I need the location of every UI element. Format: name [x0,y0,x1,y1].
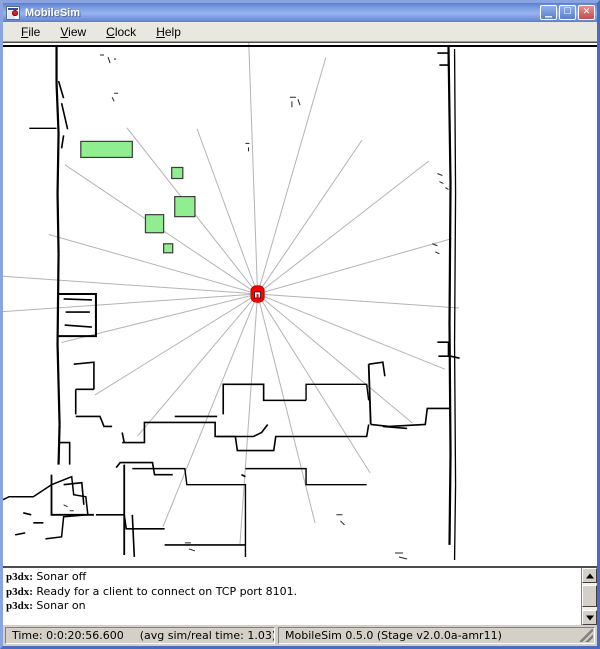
log-source: p3dx: [6,585,33,598]
menu-label-view-rest: iew [68,24,87,39]
log-message: Sonar on [36,599,86,612]
log-message: Sonar off [36,570,87,583]
minimize-button[interactable]: _ [540,2,557,20]
obstacle-box[interactable] [171,166,184,180]
scrollbar-thumb[interactable] [582,585,597,607]
menu-item-help[interactable]: Help [146,24,191,40]
status-sim-info: Time: 0:0:20:56.600 (avg sim/real time: … [5,627,275,644]
scrollbar-track[interactable] [582,583,597,610]
menu-label-file-rest: ile [28,24,41,39]
robot-p3dx[interactable] [250,285,265,303]
status-bar: Time: 0:0:20:56.600 (avg sim/real time: … [3,625,597,646]
status-version-label: MobileSim 0.5.0 (Stage v2.0.0a-amr11) [285,629,502,642]
status-time: Time: 0:0:20:56.600 [12,629,124,642]
obstacle-box[interactable] [163,243,174,254]
maximize-icon: ☐ [563,7,572,17]
menu-item-file[interactable]: File [11,24,50,40]
minimize-icon: _ [545,2,552,18]
menu-item-clock[interactable]: Clock [96,24,146,40]
chevron-down-icon [585,615,594,620]
scroll-up-button[interactable] [582,568,597,583]
window-title: MobileSim [25,6,81,19]
mobilesim-window: MobileSim _ ☐ ✕ File View Clock Help p3d… [0,0,600,649]
obstacle-box[interactable] [144,214,165,234]
map-background [3,43,597,566]
menu-label-help-rest: elp [164,24,181,39]
menu-bar: File View Clock Help [3,22,597,42]
log-scrollbar[interactable] [581,568,597,625]
resize-grip[interactable] [580,629,593,642]
menu-item-view[interactable]: View [50,24,96,40]
map-svg [3,43,597,566]
simulation-map-canvas[interactable] [3,42,597,566]
obstacle-box[interactable] [80,140,133,159]
status-sim-ratio: (avg sim/real time: 1.03) [139,629,275,642]
close-icon: ✕ [582,7,591,17]
status-version: MobileSim 0.5.0 (Stage v2.0.0a-amr11) [278,627,595,644]
app-icon [6,5,20,20]
chevron-up-icon [585,573,594,578]
menu-label-clock-rest: lock [114,24,137,39]
log-source: p3dx: [6,600,33,612]
log-source: p3dx: [6,571,33,583]
obstacle-box[interactable] [174,195,196,218]
log-panel: p3dx: Sonar off p3dx: Ready for a client… [3,566,597,625]
log-message-list[interactable]: p3dx: Sonar off p3dx: Ready for a client… [3,568,581,625]
close-button[interactable]: ✕ [578,5,595,20]
log-line: p3dx: Sonar on [6,599,581,614]
log-message: Ready for a client to connect on TCP por… [36,584,298,598]
scroll-down-button[interactable] [582,610,597,625]
title-bar[interactable]: MobileSim _ ☐ ✕ [3,3,597,22]
log-line: p3dx: Sonar off [6,570,581,585]
maximize-button[interactable]: ☐ [559,5,576,20]
log-line: p3dx: Ready for a client to connect on T… [6,585,581,600]
